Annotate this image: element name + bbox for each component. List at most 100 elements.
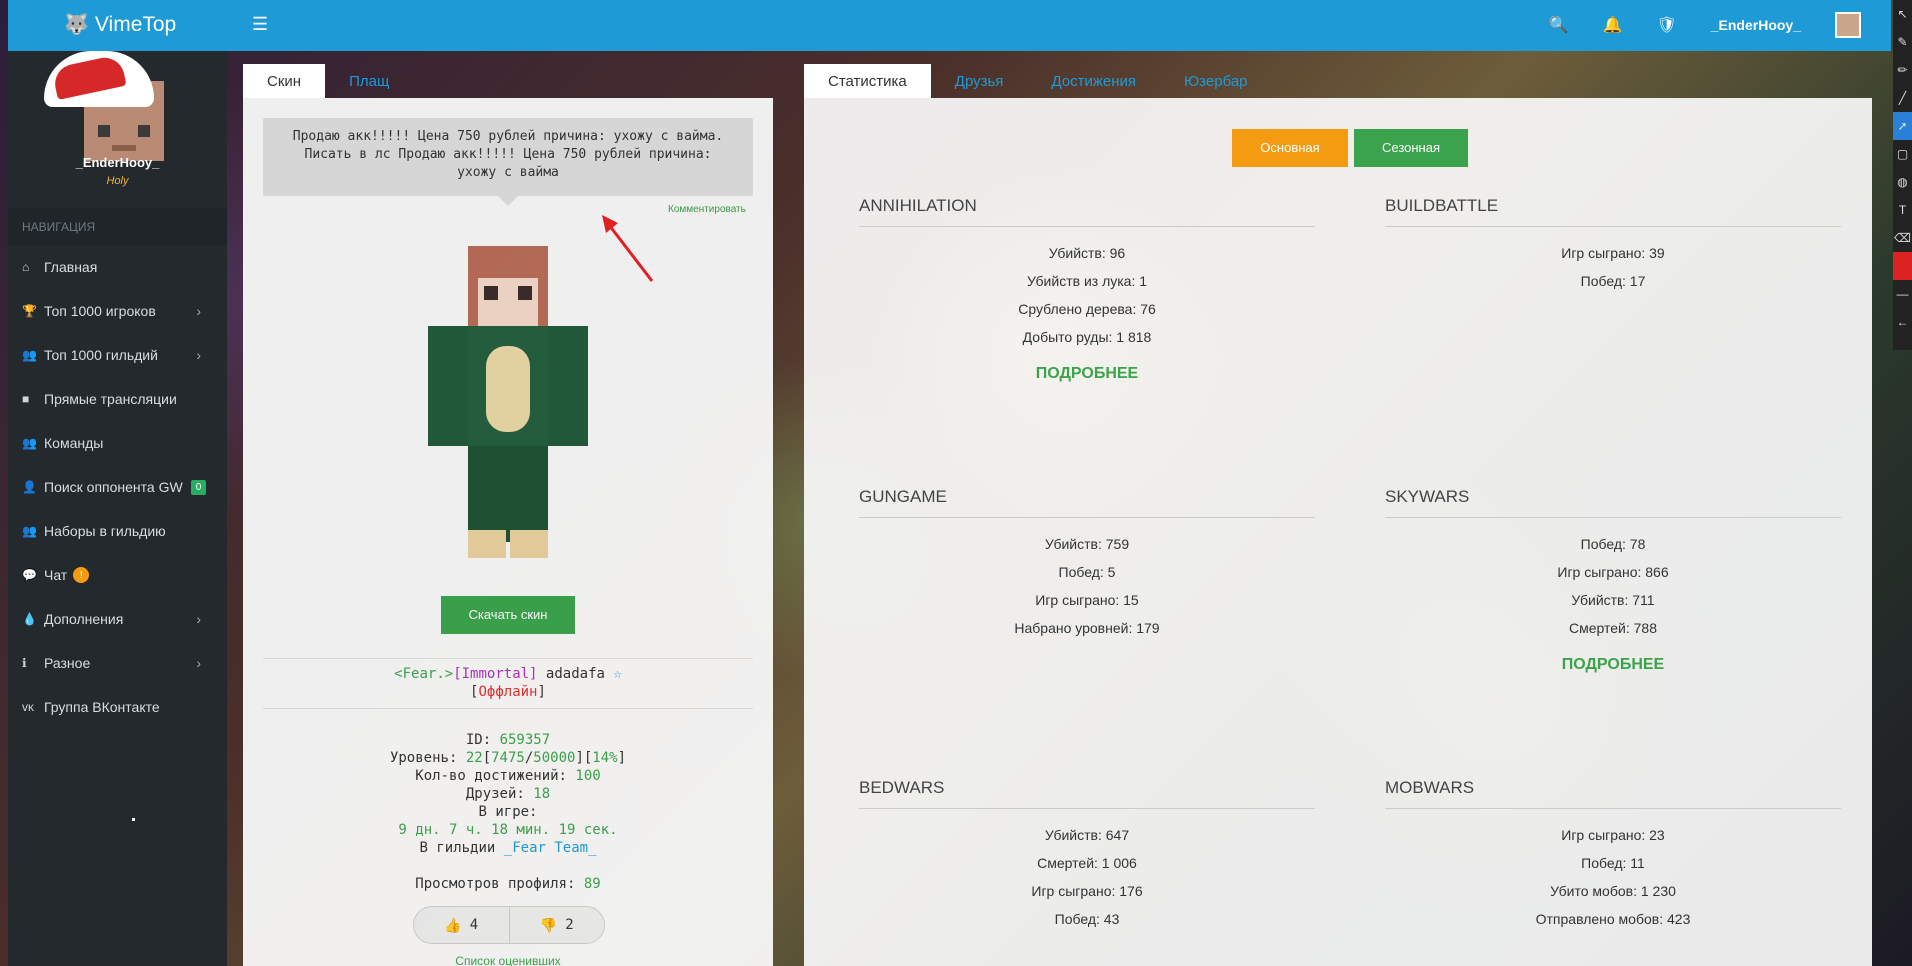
menu-toggle-icon[interactable]: ☰ xyxy=(252,14,268,35)
level-value: 22 xyxy=(465,750,483,766)
game-card-mobwars: MOBWARS Игр сыграно: 23 Побед: 11 Убито … xyxy=(1385,778,1841,933)
divider xyxy=(263,708,753,709)
sidebar-item-guild-recruit[interactable]: 👥 Наборы в гильдию xyxy=(8,509,227,553)
sidebar-item-top-guilds[interactable]: 👥 Топ 1000 гильдий › xyxy=(8,333,227,377)
like-button[interactable]: 👍 4 xyxy=(414,907,510,943)
search-icon[interactable]: 🔍 xyxy=(1549,15,1569,35)
game-title: SKYWARS xyxy=(1385,487,1841,518)
chevron-right-icon: › xyxy=(196,303,201,319)
sidebar-item-vk[interactable]: ᴠᴋ Группа ВКонтакте xyxy=(8,685,227,729)
stat-line: Убийств: 759 xyxy=(1044,536,1130,552)
player-id: ID: 659357 xyxy=(243,732,773,748)
vk-icon: ᴠᴋ xyxy=(22,700,34,714)
tab-statistics[interactable]: Статистика xyxy=(804,64,931,98)
user-icon: 👤 xyxy=(22,480,37,494)
friends-label: Друзей: xyxy=(465,786,525,802)
comment-link[interactable]: Комментировать xyxy=(668,204,746,215)
eraser-icon[interactable]: ⌫ xyxy=(1893,224,1912,252)
tab-userbar[interactable]: Юзербар xyxy=(1160,64,1271,98)
marker-icon[interactable]: ✏ xyxy=(1893,56,1912,84)
sidebar-item-addons[interactable]: 💧 Дополнения › xyxy=(8,597,227,641)
tab-cape[interactable]: Плащ xyxy=(325,64,413,98)
tab-achievements[interactable]: Достижения xyxy=(1027,64,1160,98)
home-icon: ⌂ xyxy=(22,260,30,274)
avatar[interactable] xyxy=(1835,12,1861,38)
top-actions: 🔍 🔔 🛡 _EnderHooy_ xyxy=(1549,12,1861,38)
achievements-value: 100 xyxy=(575,768,601,784)
back-icon[interactable]: ← xyxy=(1893,308,1912,336)
stat-line: Срублено дерева: 76 xyxy=(1018,301,1156,317)
color-icon[interactable] xyxy=(1893,252,1912,280)
sidebar-item-label: Чат xyxy=(44,567,68,583)
sidebar-item-top-players[interactable]: 🏆 Топ 1000 игроков › xyxy=(8,289,227,333)
more-button[interactable]: ПОДРОБНЕЕ xyxy=(859,365,1315,383)
more-button[interactable]: ПОДРОБНЕЕ xyxy=(1385,656,1841,674)
rectangle-icon[interactable]: ▢ xyxy=(1893,140,1912,168)
player-status-bubble: Продаю акк!!!!! Цена 750 рублей причина:… xyxy=(263,118,753,206)
guild-link[interactable]: _Fear Team_ xyxy=(504,840,597,856)
sidebar-item-gw-search[interactable]: 👤 Поиск оппонента GW 0 xyxy=(8,465,227,509)
sidebar-profile: _EnderHooy_ Holy xyxy=(8,51,227,208)
thumbs-up-icon: 👍 xyxy=(444,916,462,933)
width-icon[interactable]: — xyxy=(1893,280,1912,308)
shield-icon[interactable]: 🛡 xyxy=(1656,15,1676,35)
game-title: BEDWARS xyxy=(859,778,1315,809)
info-icon: ℹ xyxy=(22,656,27,670)
users-icon: 👥 xyxy=(22,348,37,362)
player-level: Уровень: 22[7475/50000][14%] xyxy=(389,750,627,766)
top-username[interactable]: _EnderHooy_ xyxy=(1711,17,1801,33)
stat-line: Набрано уровней: 179 xyxy=(1014,620,1160,636)
sidebar-item-misc[interactable]: ℹ Разное › xyxy=(8,641,227,685)
sidebar-item-label: Главная xyxy=(44,259,98,275)
sidebar-item-label: Команды xyxy=(44,435,104,451)
raters-list-link[interactable]: Список оценивших xyxy=(243,954,773,966)
player-friends: Друзей: 18 xyxy=(243,786,773,802)
avatar[interactable] xyxy=(44,51,164,161)
sidebar-item-teams[interactable]: 👥 Команды xyxy=(8,421,227,465)
profile-rank: Holy xyxy=(106,175,129,187)
stat-line: Убийств из лука: 1 xyxy=(1026,273,1148,289)
tab-friends[interactable]: Друзья xyxy=(931,64,1028,98)
arrow-tool-icon[interactable]: ➚ xyxy=(1893,112,1912,140)
dislike-count: 2 xyxy=(565,917,574,933)
site-logo[interactable]: 🐺 VimeTop xyxy=(64,12,176,37)
game-card-buildbattle: BUILDBATTLE Игр сыграно: 39 Побед: 17 xyxy=(1385,196,1841,295)
sidebar-item-label: Топ 1000 гильдий xyxy=(44,347,158,363)
skin-tabs: Скин Плащ xyxy=(243,64,413,98)
stat-line: Игр сыграно: 176 xyxy=(1031,883,1143,899)
blur-icon[interactable]: ◍ xyxy=(1893,168,1912,196)
player-skin-preview xyxy=(428,246,588,558)
sidebar-item-chat[interactable]: 💬 Чат ! xyxy=(8,553,227,597)
tab-skin[interactable]: Скин xyxy=(243,64,326,98)
stat-line: Игр сыграно: 866 xyxy=(1557,564,1669,580)
cursor-icon[interactable]: ↖ xyxy=(1893,0,1912,28)
dislike-button[interactable]: 👎 2 xyxy=(510,907,605,943)
star-icon: ☆ xyxy=(613,666,622,682)
game-title: ANNIHILATION xyxy=(859,196,1315,227)
game-card-gungame: GUNGAME Убийств: 759 Побед: 5 Игр сыгран… xyxy=(859,487,1315,642)
main-stats-button[interactable]: Основная xyxy=(1232,129,1348,167)
ingame-label: В игре: xyxy=(478,804,538,820)
text-icon[interactable]: T xyxy=(1893,196,1912,224)
stat-line: Побед: 43 xyxy=(1054,911,1120,927)
stat-line: Смертей: 788 xyxy=(1569,620,1657,636)
bell-icon[interactable]: 🔔 xyxy=(1603,15,1623,35)
level-label: Уровень: xyxy=(389,750,458,766)
download-skin-button[interactable]: Скачать скин xyxy=(441,596,575,634)
season-stats-button[interactable]: Сезонная xyxy=(1354,129,1468,167)
sidebar-item-label: Топ 1000 игроков xyxy=(44,303,156,319)
sidebar-item-label: Разное xyxy=(44,655,91,671)
profile-name[interactable]: _EnderHooy_ xyxy=(8,155,227,170)
line-icon[interactable]: ╱ xyxy=(1893,84,1912,112)
game-stats: Убийств: 96 Убийств из лука: 1 Срублено … xyxy=(859,239,1315,351)
stat-line: Игр сыграно: 39 xyxy=(1561,245,1665,261)
sidebar-item-streams[interactable]: ■ Прямые трансляции xyxy=(8,377,227,421)
sidebar-item-label: Группа ВКонтакте xyxy=(44,699,160,715)
stat-line: Побед: 11 xyxy=(1581,855,1645,871)
stat-line: Смертей: 1 006 xyxy=(1037,855,1137,871)
brand-name: VimeTop xyxy=(94,12,177,36)
pen-icon[interactable]: ✎ xyxy=(1893,28,1912,56)
sidebar-item-home[interactable]: ⌂ Главная xyxy=(8,245,227,289)
divider xyxy=(263,658,753,659)
sidebar-item-label: Дополнения xyxy=(44,611,124,627)
